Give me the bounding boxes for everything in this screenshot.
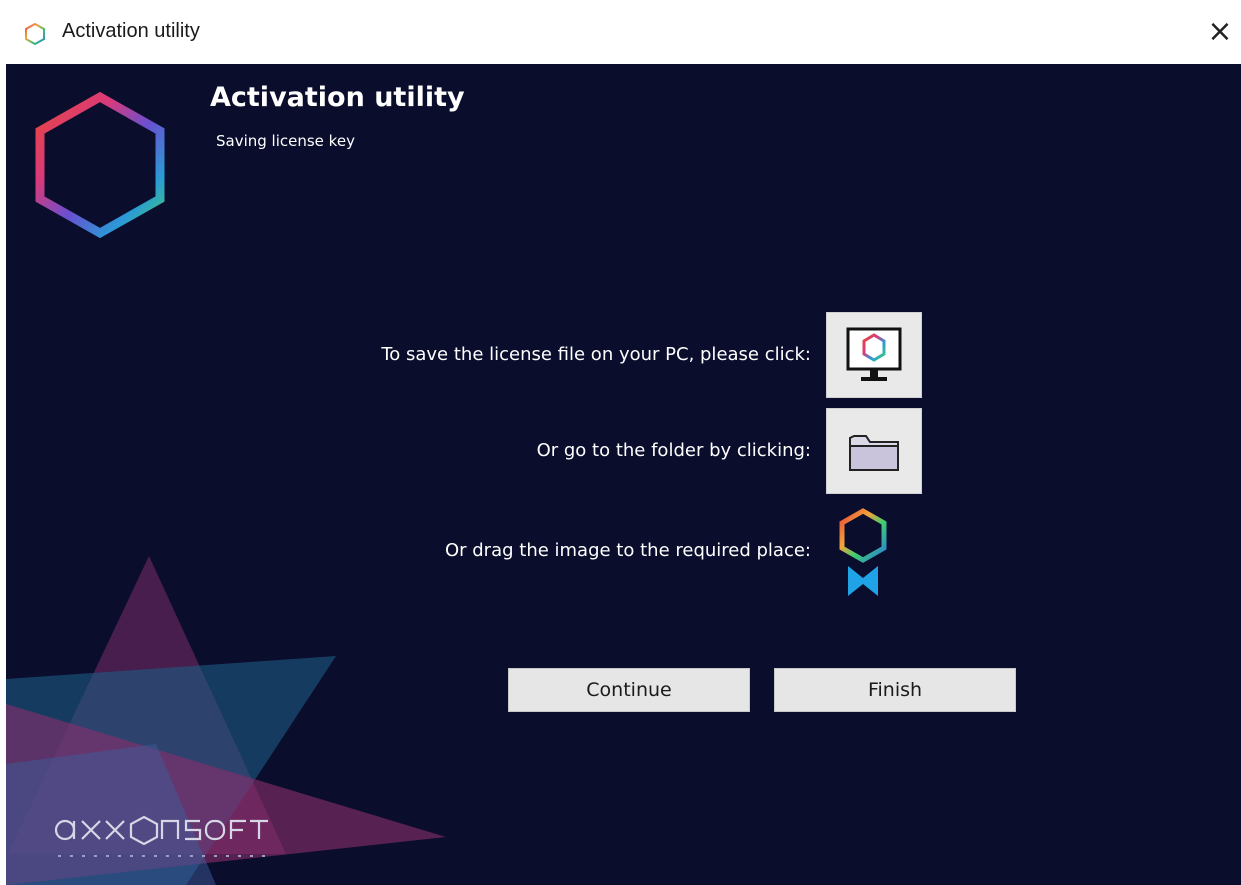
close-icon: × xyxy=(1207,13,1233,49)
axxonsoft-logo xyxy=(54,815,268,857)
hexagon-logo-icon xyxy=(35,91,165,239)
save-instruction: To save the license file on your PC, ple… xyxy=(381,344,811,365)
window-titlebar: Activation utility × xyxy=(0,0,1241,64)
monitor-license-icon xyxy=(846,327,902,381)
open-folder-button[interactable] xyxy=(826,408,922,494)
folder-icon xyxy=(849,435,899,471)
background-decoration xyxy=(6,556,446,885)
app-logo-icon xyxy=(25,22,45,46)
folder-instruction: Or go to the folder by clicking: xyxy=(536,440,811,461)
dialog-content: Activation utility Saving license key To… xyxy=(6,64,1241,885)
continue-button[interactable]: Continue xyxy=(508,668,750,712)
save-license-button[interactable] xyxy=(826,312,922,398)
page-subtitle: Saving license key xyxy=(216,132,355,150)
close-button[interactable]: × xyxy=(1199,10,1241,52)
page-title: Activation utility xyxy=(210,82,465,113)
license-ribbon-icon[interactable] xyxy=(836,508,890,600)
window-title: Activation utility xyxy=(62,20,200,42)
finish-button[interactable]: Finish xyxy=(774,668,1016,712)
drag-instruction: Or drag the image to the required place: xyxy=(444,540,811,561)
